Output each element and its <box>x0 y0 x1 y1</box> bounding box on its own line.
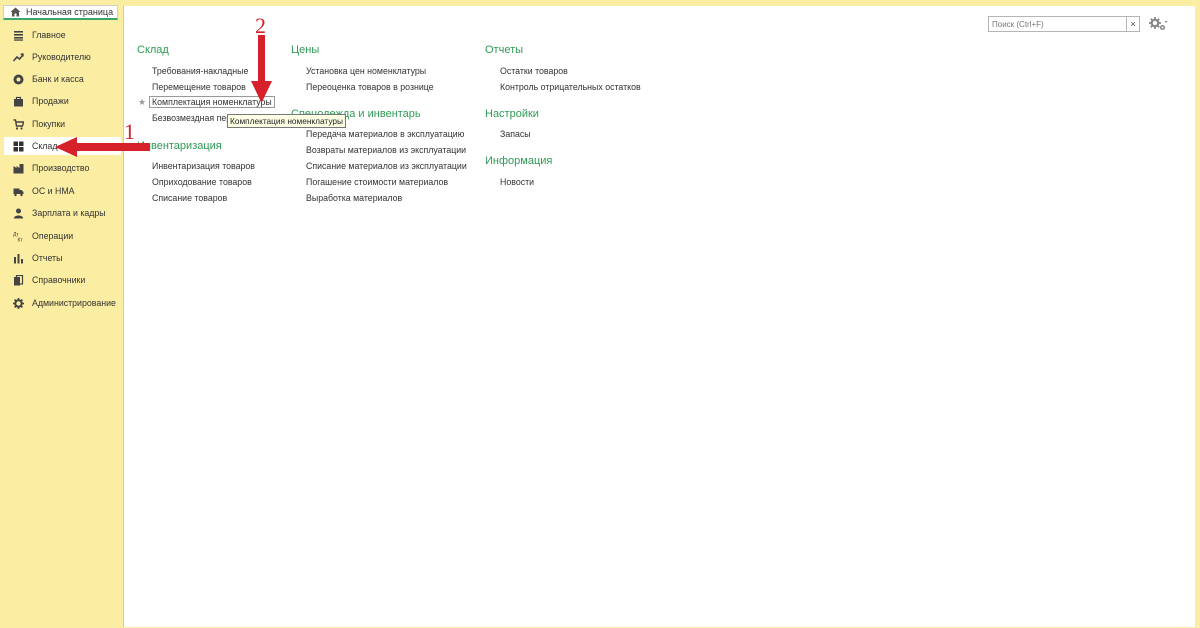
favorite-star-icon[interactable]: ★ <box>138 97 146 108</box>
link-goods-writeoff[interactable]: Списание товаров <box>152 193 227 203</box>
start-page-tab-label: Начальная страница <box>26 7 114 17</box>
link-materials-amortization[interactable]: Погашение стоимости материалов <box>306 177 448 187</box>
link-goods-receipt[interactable]: Оприходование товаров <box>152 177 252 187</box>
section-title-settings: Настройки <box>485 108 539 120</box>
sidebar-item-reports[interactable]: Отчеты <box>4 249 121 267</box>
sidebar-item-sales[interactable]: Продажи <box>4 92 121 110</box>
section-title-prices: Цены <box>291 44 320 56</box>
trend-icon <box>12 51 24 63</box>
start-page-tab[interactable]: Начальная страница <box>3 5 118 20</box>
bag-icon <box>12 95 24 107</box>
grid-icon <box>12 140 24 152</box>
link-materials-transfer[interactable]: Передача материалов в эксплуатацию <box>306 129 464 139</box>
link-news[interactable]: Новости <box>500 177 534 187</box>
link-free-transfer[interactable]: Безвозмездная пер <box>152 113 231 123</box>
coin-icon <box>12 73 24 85</box>
link-requirements-invoices[interactable]: Требования-накладные <box>152 66 248 76</box>
sidebar-item-label: Банк и касса <box>32 74 84 84</box>
sidebar-item-label: Справочники <box>32 275 86 285</box>
settings-button[interactable] <box>1148 16 1168 32</box>
section-title-reports: Отчеты <box>485 44 524 56</box>
link-materials-writeoff[interactable]: Списание материалов из эксплуатации <box>306 161 467 171</box>
sidebar-item-main[interactable]: Главное <box>4 26 121 44</box>
sidebar-item-label: Склад <box>32 141 58 151</box>
sidebar-item-label: ОС и НМА <box>32 186 75 196</box>
sidebar-item-label: Администрирование <box>32 298 116 308</box>
link-goods-transfer[interactable]: Перемещение товаров <box>152 82 246 92</box>
books-icon <box>12 274 24 286</box>
sidebar-item-operations[interactable]: Дт Кт Операции <box>4 227 121 245</box>
section-panel: × Склад Требования-накладные Перемещение… <box>123 6 1195 627</box>
link-materials-output[interactable]: Выработка материалов <box>306 193 402 203</box>
section-title-information: Информация <box>485 155 553 167</box>
sidebar-item-label: Производство <box>32 163 90 173</box>
sidebar-item-production[interactable]: Производство <box>4 159 121 177</box>
annotation-number-1: 1 <box>124 119 135 144</box>
sidebar-item-directories[interactable]: Справочники <box>4 271 121 289</box>
section-title-warehouse: Склад <box>137 44 169 56</box>
person-icon <box>12 207 24 219</box>
annotation-arrow-left <box>55 137 150 157</box>
truck-icon <box>12 185 24 197</box>
svg-text:Кт: Кт <box>17 237 23 242</box>
annotation-arrow-down <box>251 35 272 103</box>
sidebar-item-fixed-assets[interactable]: ОС и НМА <box>4 182 121 200</box>
annotation-number-2: 2 <box>255 13 266 38</box>
link-set-prices[interactable]: Установка цен номенклатуры <box>306 66 426 76</box>
sidebar-item-label: Главное <box>32 30 66 40</box>
bar-chart-icon <box>12 252 24 264</box>
sidebar-item-manager[interactable]: Руководителю <box>4 48 121 66</box>
link-stocks[interactable]: Запасы <box>500 129 531 139</box>
sidebar-item-label: Покупки <box>32 119 66 129</box>
menu-lines-icon <box>12 29 24 41</box>
sidebar-item-administration[interactable]: Администрирование <box>4 294 121 312</box>
factory-icon <box>12 162 24 174</box>
link-negative-balances-control[interactable]: Контроль отрицательных остатков <box>500 82 641 92</box>
close-icon: × <box>1130 19 1136 29</box>
sidebar-item-label: Зарплата и кадры <box>32 208 106 218</box>
sidebar-item-salary[interactable]: Зарплата и кадры <box>4 204 121 222</box>
sidebar-item-purchases[interactable]: Покупки <box>4 115 121 133</box>
search-input[interactable] <box>988 16 1140 32</box>
settings-gear-icon <box>1149 17 1168 31</box>
sidebar-item-label: Операции <box>32 231 74 241</box>
sidebar-item-label: Руководителю <box>32 52 91 62</box>
link-materials-return[interactable]: Возвраты материалов из эксплуатации <box>306 145 466 155</box>
home-icon <box>9 6 21 18</box>
search-clear-button[interactable]: × <box>1126 16 1140 32</box>
sections-sidebar: Главное Руководителю Банк и касса Продаж… <box>0 23 121 323</box>
link-goods-inventory[interactable]: Инвентаризация товаров <box>152 161 255 171</box>
sidebar-item-label: Отчеты <box>32 253 63 263</box>
tooltip: Комплектация номенклатуры <box>227 114 346 128</box>
dt-kt-icon: Дт Кт <box>12 230 24 242</box>
sidebar-item-bank[interactable]: Банк и касса <box>4 70 121 88</box>
link-retail-revaluation[interactable]: Переоценка товаров в рознице <box>306 82 434 92</box>
link-goods-balances[interactable]: Остатки товаров <box>500 66 568 76</box>
cart-icon <box>12 118 24 130</box>
sidebar-item-label: Продажи <box>32 96 69 106</box>
gear-icon <box>12 297 24 309</box>
